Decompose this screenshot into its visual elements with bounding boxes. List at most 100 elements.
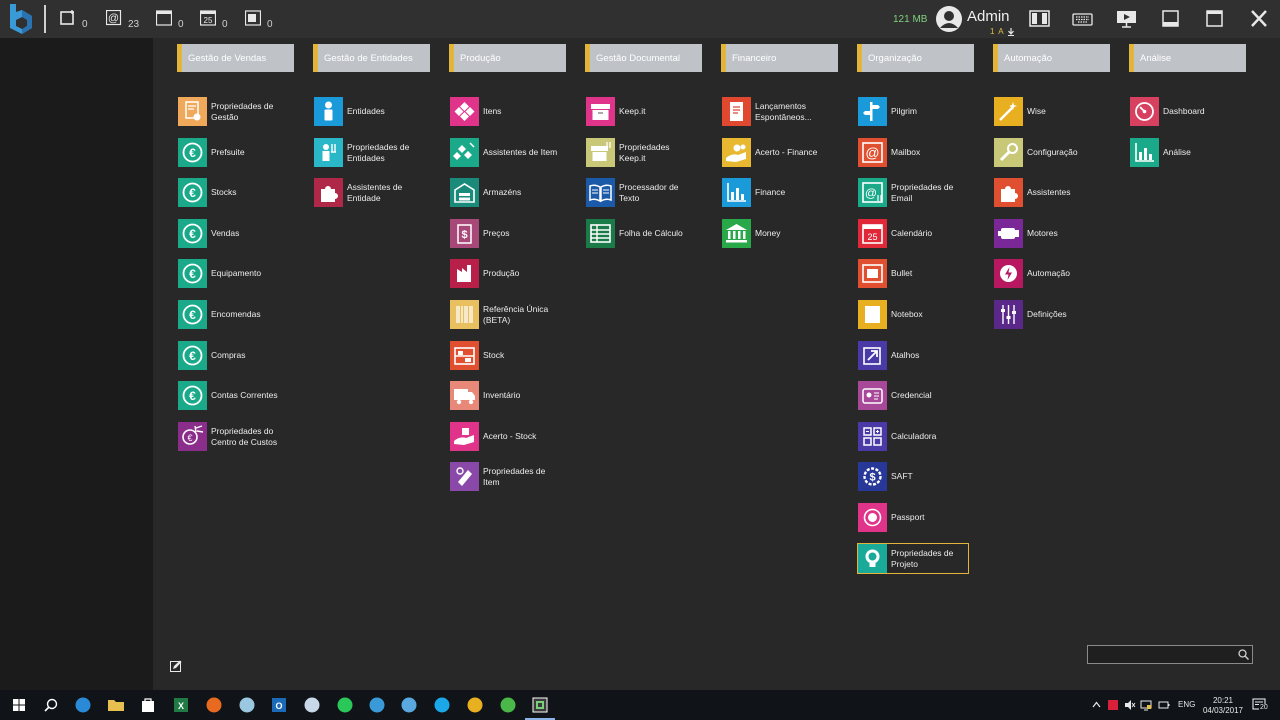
app-tile[interactable]: Assistentes [994, 178, 1102, 207]
app-tile[interactable]: $ SAFT [858, 462, 966, 491]
app-tile[interactable]: Acerto - Stock [450, 422, 558, 451]
app-tile[interactable]: € Encomendas [178, 300, 286, 329]
app-tile[interactable]: Itens [450, 97, 558, 126]
app-tile[interactable]: Armazéns [450, 178, 558, 207]
app-tile[interactable]: Propriedades de Entidades [314, 138, 422, 167]
outlook-icon[interactable]: O [268, 694, 290, 716]
app-tile[interactable]: Assistentes de Item [450, 138, 558, 167]
input-language[interactable]: ENG [1178, 700, 1195, 709]
app-tile[interactable]: € Propriedades do Centro de Custos [178, 422, 286, 451]
app-tile[interactable]: 25 Calendário [858, 219, 966, 248]
app-tile[interactable]: € Prefsuite [178, 138, 286, 167]
app-tile[interactable]: Folha de Cálculo [586, 219, 694, 248]
minimize-icon[interactable] [1160, 9, 1182, 29]
antivirus-tray-icon[interactable] [1108, 700, 1118, 710]
search-input[interactable] [1090, 647, 1230, 662]
app-tile[interactable]: Processador de Texto [586, 178, 694, 207]
search-icon[interactable] [1238, 649, 1249, 660]
app-tile[interactable]: Calculadora [858, 422, 966, 451]
app-tile[interactable]: Referência Única (BETA) [450, 300, 558, 329]
category-header[interactable]: Gestão Documental [585, 44, 702, 72]
app-tile[interactable]: € Compras [178, 341, 286, 370]
app-tile[interactable]: Inventário [450, 381, 558, 410]
app-tile[interactable]: Notebox [858, 300, 966, 329]
app-tile[interactable]: Stock [450, 341, 558, 370]
app-tile[interactable]: € Contas Correntes [178, 381, 286, 410]
app-tile[interactable]: € Vendas [178, 219, 286, 248]
app-tile[interactable]: Propriedades de Item [450, 462, 558, 491]
excel-icon[interactable]: X [170, 694, 192, 716]
app-tile[interactable]: Motores [994, 219, 1102, 248]
app-tile[interactable]: Propriedades Keep.it [586, 138, 694, 167]
app-tile[interactable]: Money [722, 219, 830, 248]
skype-icon[interactable] [431, 694, 453, 716]
app-tile[interactable]: € Stocks [178, 178, 286, 207]
app-tile[interactable]: Credencial [858, 381, 966, 410]
clock[interactable]: 20:21 04/03/2017 [1200, 696, 1246, 716]
chrome-icon[interactable] [464, 694, 486, 716]
app-tile[interactable]: Atalhos [858, 341, 966, 370]
app-tile[interactable]: Entidades [314, 97, 422, 126]
app-tile[interactable]: Assistentes de Entidade [314, 178, 422, 207]
app-tile[interactable]: @ Mailbox [858, 138, 966, 167]
app-tile[interactable]: Análise [1130, 138, 1238, 167]
category-header[interactable]: Gestão de Entidades [313, 44, 430, 72]
network-icon[interactable] [1140, 699, 1152, 711]
category-header[interactable]: Automação [993, 44, 1110, 72]
category-header[interactable]: Produção [449, 44, 566, 72]
app-tile[interactable]: Passport [858, 503, 966, 532]
edge-icon[interactable] [72, 694, 94, 716]
app-active-icon[interactable] [525, 694, 555, 720]
edit-icon[interactable] [170, 659, 182, 672]
calendar-counter[interactable]: 25 0 [200, 10, 230, 30]
app-tile[interactable]: Dashboard [1130, 97, 1238, 126]
app-tile[interactable]: Produção [450, 259, 558, 288]
app-tile[interactable]: Finance [722, 178, 830, 207]
mail-app-icon[interactable] [398, 694, 420, 716]
category-header[interactable]: Organização [857, 44, 974, 72]
windows-counter[interactable]: 0 [156, 10, 186, 30]
category-header[interactable]: Análise [1129, 44, 1246, 72]
user-name[interactable]: Admin [967, 8, 1010, 25]
action-center-icon[interactable]: 20 [1252, 697, 1269, 713]
battery-icon[interactable] [1158, 699, 1170, 711]
app-tile[interactable]: Bullet [858, 259, 966, 288]
search-icon[interactable] [40, 694, 62, 716]
category-header[interactable]: Financeiro [721, 44, 838, 72]
notes-app-icon[interactable] [236, 694, 258, 716]
app-tile[interactable]: @ Propriedades de Email [858, 178, 966, 207]
tray-expand-icon[interactable] [1092, 701, 1101, 708]
close-icon[interactable] [1248, 9, 1270, 29]
app-tile[interactable]: Lançamentos Espontâneos... [722, 97, 830, 126]
category-header[interactable]: Gestão de Vendas [177, 44, 294, 72]
layout-panels-icon[interactable] [1029, 9, 1051, 29]
user-avatar-icon[interactable] [935, 5, 963, 33]
store-icon[interactable] [137, 694, 159, 716]
app-tile[interactable]: Wise [994, 97, 1102, 126]
app-tile[interactable]: Propriedades de Projeto [857, 543, 969, 574]
camtasia-icon[interactable] [497, 694, 519, 716]
app-tile[interactable]: Keep.it [586, 97, 694, 126]
app-tile[interactable]: Acerto - Finance [722, 138, 830, 167]
app-tile[interactable]: Propriedades de Gestão [178, 97, 286, 126]
app-tile[interactable]: $ Preços [450, 219, 558, 248]
app-tile[interactable]: Pilgrim [858, 97, 966, 126]
mentions-counter[interactable]: @ 23 [106, 10, 142, 30]
new-window-counter[interactable]: 0 [60, 10, 90, 30]
spotify-icon[interactable] [334, 694, 356, 716]
volume-muted-icon[interactable] [1124, 699, 1136, 711]
keyboard-icon[interactable] [1072, 9, 1094, 29]
app-tile[interactable]: Automação [994, 259, 1102, 288]
app-tile[interactable]: Definições [994, 300, 1102, 329]
steam-icon[interactable] [301, 694, 323, 716]
present-screen-icon[interactable] [1116, 9, 1138, 29]
notes-counter[interactable]: 0 [245, 10, 275, 30]
windows-start-icon[interactable] [8, 694, 30, 716]
app-logo-icon[interactable] [8, 4, 36, 34]
maximize-icon[interactable] [1204, 9, 1226, 29]
app-logo-icon[interactable] [366, 694, 388, 716]
file-explorer-icon[interactable] [105, 694, 127, 716]
firefox-icon[interactable] [203, 694, 225, 716]
app-tile[interactable]: Configuração [994, 138, 1102, 167]
search-box[interactable] [1087, 645, 1253, 664]
